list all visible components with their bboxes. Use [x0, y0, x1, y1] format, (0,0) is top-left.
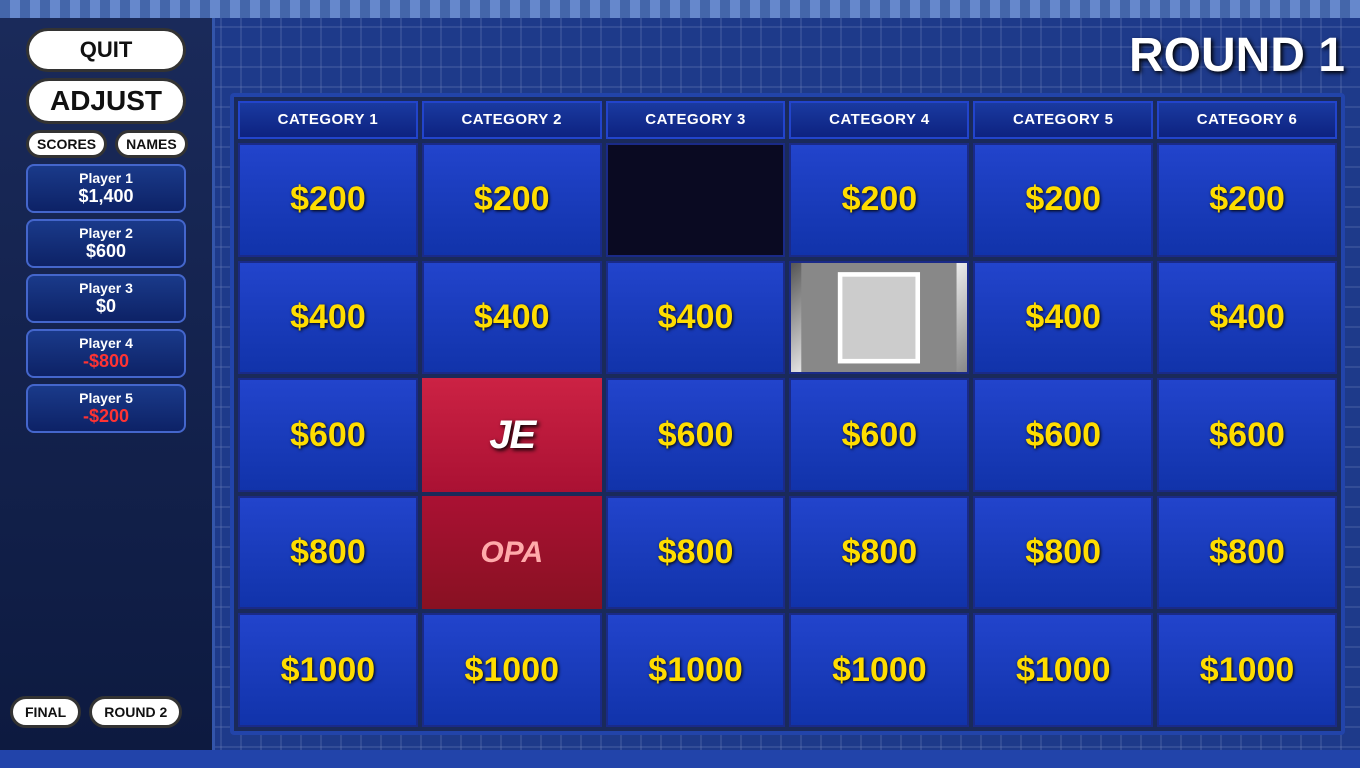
- cell-4-3[interactable]: $800: [606, 496, 786, 610]
- player-card-3[interactable]: Player 3 $0: [26, 274, 186, 323]
- cell-1-5[interactable]: $200: [973, 143, 1153, 257]
- cell-1-1[interactable]: $200: [238, 143, 418, 257]
- category-2-header: CATEGORY 2: [422, 101, 602, 139]
- cell-2-2[interactable]: $400: [422, 261, 602, 375]
- cell-3-6[interactable]: $600: [1157, 378, 1337, 492]
- cell-1-2[interactable]: $200: [422, 143, 602, 257]
- cell-5-4[interactable]: $1000: [789, 613, 969, 727]
- image-placeholder: [791, 263, 967, 373]
- cell-2-6[interactable]: $400: [1157, 261, 1337, 375]
- player-card-2[interactable]: Player 2 $600: [26, 219, 186, 268]
- player-1-name: Player 1: [34, 170, 178, 186]
- cell-4-2-logo-bottom[interactable]: OPA: [422, 496, 602, 610]
- cell-3-2-logo-top[interactable]: JE: [422, 378, 602, 492]
- logo-bottom-text: OPA: [480, 536, 543, 570]
- bottom-buttons: FINAL ROUND 2: [10, 696, 182, 728]
- final-button[interactable]: FINAL: [10, 696, 81, 728]
- player-3-score: $0: [34, 296, 178, 317]
- cell-5-1[interactable]: $1000: [238, 613, 418, 727]
- names-button[interactable]: NAMES: [115, 130, 188, 158]
- quit-button[interactable]: QUIT: [26, 28, 186, 72]
- cell-5-6[interactable]: $1000: [1157, 613, 1337, 727]
- cell-3-4[interactable]: $600: [789, 378, 969, 492]
- player-4-name: Player 4: [34, 335, 178, 351]
- category-4-header: CATEGORY 4: [789, 101, 969, 139]
- category-3-header: CATEGORY 3: [606, 101, 786, 139]
- cell-2-5[interactable]: $400: [973, 261, 1153, 375]
- category-6-header: CATEGORY 6: [1157, 101, 1337, 139]
- player-2-name: Player 2: [34, 225, 178, 241]
- cell-1-4[interactable]: $200: [789, 143, 969, 257]
- round-title: ROUND 1: [230, 28, 1345, 83]
- cell-3-3[interactable]: $600: [606, 378, 786, 492]
- cell-5-3[interactable]: $1000: [606, 613, 786, 727]
- player-2-score: $600: [34, 241, 178, 262]
- main-area: ROUND 1 CATEGORY 1 CATEGORY 2 CATEGORY 3…: [215, 18, 1360, 750]
- cell-2-1[interactable]: $400: [238, 261, 418, 375]
- player-1-score: $1,400: [34, 186, 178, 207]
- cell-1-3[interactable]: [606, 143, 786, 257]
- sidebar: QUIT ADJUST SCORES NAMES Player 1 $1,400…: [0, 18, 215, 750]
- cell-1-6[interactable]: $200: [1157, 143, 1337, 257]
- cell-2-4[interactable]: [789, 261, 969, 375]
- cell-5-5[interactable]: $1000: [973, 613, 1153, 727]
- category-5-header: CATEGORY 5: [973, 101, 1153, 139]
- cell-2-3[interactable]: $400: [606, 261, 786, 375]
- player-card-5[interactable]: Player 5 -$200: [26, 384, 186, 433]
- player-5-name: Player 5: [34, 390, 178, 406]
- cell-4-6[interactable]: $800: [1157, 496, 1337, 610]
- cell-4-4[interactable]: $800: [789, 496, 969, 610]
- player-4-score: -$800: [34, 351, 178, 372]
- player-5-score: -$200: [34, 406, 178, 427]
- top-decorative-bar: [0, 0, 1360, 18]
- cell-3-1[interactable]: $600: [238, 378, 418, 492]
- scores-button[interactable]: SCORES: [26, 130, 107, 158]
- game-board: CATEGORY 1 CATEGORY 2 CATEGORY 3 CATEGOR…: [230, 93, 1345, 735]
- player-3-name: Player 3: [34, 280, 178, 296]
- logo-top-text: JE: [489, 413, 534, 458]
- player-card-1[interactable]: Player 1 $1,400: [26, 164, 186, 213]
- bottom-decorative-bar: [0, 750, 1360, 768]
- cell-3-5[interactable]: $600: [973, 378, 1153, 492]
- round2-button[interactable]: ROUND 2: [89, 696, 182, 728]
- adjust-button[interactable]: ADJUST: [26, 78, 186, 124]
- cell-5-2[interactable]: $1000: [422, 613, 602, 727]
- cell-4-1[interactable]: $800: [238, 496, 418, 610]
- cell-4-5[interactable]: $800: [973, 496, 1153, 610]
- category-1-header: CATEGORY 1: [238, 101, 418, 139]
- adjust-row: SCORES NAMES: [26, 130, 186, 158]
- player-card-4[interactable]: Player 4 -$800: [26, 329, 186, 378]
